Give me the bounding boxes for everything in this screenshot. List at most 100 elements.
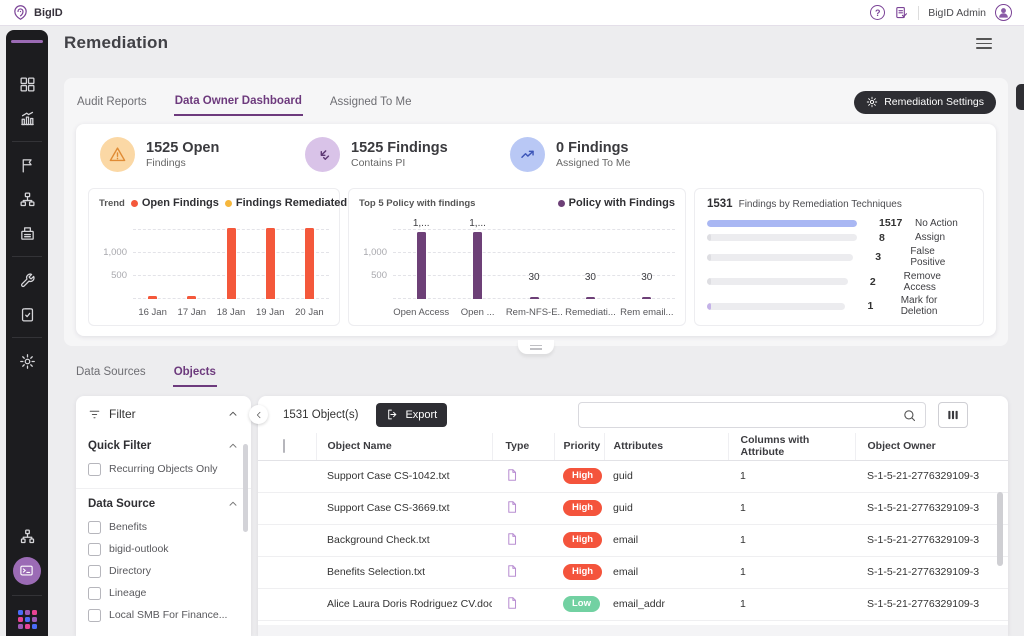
tools-icon (19, 272, 36, 289)
filter-section-title: Quick Filter (88, 440, 151, 452)
checkbox[interactable] (88, 565, 101, 578)
file-icon (505, 532, 519, 546)
select-all-checkbox[interactable] (283, 439, 285, 453)
sidebar-item-policies[interactable] (12, 150, 42, 180)
chevron-up-icon[interactable] (227, 498, 239, 510)
filter-section-header[interactable]: Quick Filter (88, 435, 239, 458)
bar (473, 232, 482, 299)
remediation-techniques-chart: 1531Findings by Remediation Techniques15… (694, 188, 984, 326)
column-header-type[interactable]: Type (492, 433, 554, 460)
object-name-cell[interactable]: Background Check.txt (316, 524, 492, 556)
remediation-settings-button[interactable]: Remediation Settings (854, 91, 996, 114)
column-header-cwa[interactable]: Columns with Attribute (728, 433, 855, 460)
notifications-icon[interactable] (894, 5, 909, 20)
checkbox[interactable] (88, 587, 101, 600)
filter-item-label: Recurring Objects Only (109, 463, 218, 475)
sidebar-divider (12, 337, 42, 338)
table-row[interactable]: Support Case CS-3669.txtHighguid1S-1-5-2… (258, 492, 1008, 524)
chevron-up-icon[interactable] (227, 440, 239, 452)
sidebar-item-compliance[interactable] (12, 299, 42, 329)
table-row[interactable]: Background Check.txtHighemail1S-1-5-21-2… (258, 524, 1008, 556)
column-header-pri[interactable]: Priority (554, 433, 604, 460)
sidebar-item-action-center[interactable] (12, 265, 42, 295)
brand-name: BigID (34, 7, 63, 19)
legend-item: Policy with Findings (558, 197, 675, 209)
sidebar-accent-bar (11, 40, 43, 43)
checkbox[interactable] (88, 521, 101, 534)
dashboard-tabs: Audit Reports Data Owner Dashboard Assigne… (76, 86, 996, 118)
filter-scrollbar[interactable] (243, 444, 248, 532)
sidebar-item-data-sources[interactable] (12, 218, 42, 248)
sidebar-item-settings[interactable] (12, 346, 42, 376)
bar (227, 228, 236, 299)
chevron-left-icon (254, 410, 264, 420)
avatar[interactable] (995, 4, 1012, 21)
filter-checkbox-item[interactable]: Benefits (88, 516, 239, 538)
bigid-logo-icon (12, 4, 29, 21)
filter-checkbox-item[interactable]: Recurring Objects Only (88, 458, 239, 480)
table-row[interactable]: Benefits Selection.txtHighemail1S-1-5-21… (258, 556, 1008, 588)
chevron-up-icon[interactable] (227, 408, 239, 420)
column-chooser-button[interactable] (938, 402, 968, 428)
stat-value: 0 Findings (556, 140, 631, 157)
tab-data-owner-dashboard[interactable]: Data Owner Dashboard (174, 89, 303, 116)
column-header-name[interactable]: Object Name (316, 433, 492, 460)
menu-icon[interactable] (976, 38, 992, 49)
tab-data-sources[interactable]: Data Sources (75, 360, 147, 387)
tech-bar-fill (707, 234, 711, 241)
x-axis-label: Remediati... (562, 307, 618, 318)
filter-section-header[interactable]: Data Source (88, 493, 239, 516)
help-icon[interactable]: ? (870, 5, 885, 20)
y-axis-label: 500 (353, 270, 387, 281)
column-header-own[interactable]: Object Owner (855, 433, 1008, 460)
attributes-cell: guid (604, 492, 728, 524)
tech-bar-track (707, 303, 845, 310)
sidebar-item-dashboard[interactable] (12, 69, 42, 99)
row-select-cell (258, 588, 316, 620)
dashboard-collapse-handle[interactable] (518, 340, 554, 354)
filter-checkbox-item[interactable]: Lineage (88, 582, 239, 604)
columns-with-attribute-cell: 1 (728, 588, 855, 620)
sidebar-item-reports[interactable] (12, 103, 42, 133)
tab-objects[interactable]: Objects (173, 360, 217, 387)
user-name[interactable]: BigID Admin (928, 7, 986, 19)
export-button[interactable]: Export (376, 403, 447, 427)
tech-row: 8Assign (707, 232, 971, 244)
sidebar-item-integrations[interactable] (12, 521, 42, 551)
sidebar-item-catalog[interactable] (12, 184, 42, 214)
column-header-attr[interactable]: Attributes (604, 433, 728, 460)
filter-checkbox-item[interactable]: bigid-outlook (88, 538, 239, 560)
gridline (393, 229, 675, 230)
object-name-cell[interactable]: Support Case CS-1042.txt (316, 460, 492, 492)
tech-bar-track (707, 234, 857, 241)
checkbox[interactable] (88, 609, 101, 622)
object-name-cell[interactable]: Benefits Selection.txt (316, 556, 492, 588)
table-row[interactable]: Support Case CS-1042.txtHighguid1S-1-5-2… (258, 460, 1008, 492)
chart-header: TrendOpen FindingsFindings Remediated (99, 197, 329, 209)
tab-assigned-to-me[interactable]: Assigned To Me (329, 90, 413, 115)
sidebar-item-terminal[interactable] (13, 557, 41, 585)
sidebar-item-apps[interactable] (12, 604, 42, 634)
checkbox[interactable] (88, 543, 101, 556)
table-scrollbar[interactable] (997, 492, 1003, 566)
object-name-cell[interactable]: Alice Laura Doris Rodriguez CV.docx (316, 588, 492, 620)
search-icon[interactable] (902, 408, 917, 423)
tab-audit-reports[interactable]: Audit Reports (76, 90, 148, 115)
table-bottom-strip (258, 625, 1008, 636)
filter-checkbox-item[interactable]: Local SMB For Finance... (88, 604, 239, 626)
type-cell (492, 556, 554, 588)
findings-check-icon (305, 137, 340, 172)
filter-checkbox-item[interactable]: Directory (88, 560, 239, 582)
table-row[interactable]: Alice Laura Doris Rodriguez CV.docxLowem… (258, 588, 1008, 620)
filter-collapse-button[interactable] (249, 405, 268, 424)
search-input[interactable] (579, 403, 902, 427)
bar (530, 297, 539, 299)
tech-label: Remove Access (904, 271, 971, 293)
columns-with-attribute-cell: 1 (728, 556, 855, 588)
object-name-cell[interactable]: Support Case CS-3669.txt (316, 492, 492, 524)
filter-item-label: Lineage (109, 587, 146, 599)
priority-badge: High (563, 532, 602, 548)
gear-icon (19, 353, 36, 370)
checkbox[interactable] (88, 463, 101, 476)
search-box (578, 402, 926, 428)
